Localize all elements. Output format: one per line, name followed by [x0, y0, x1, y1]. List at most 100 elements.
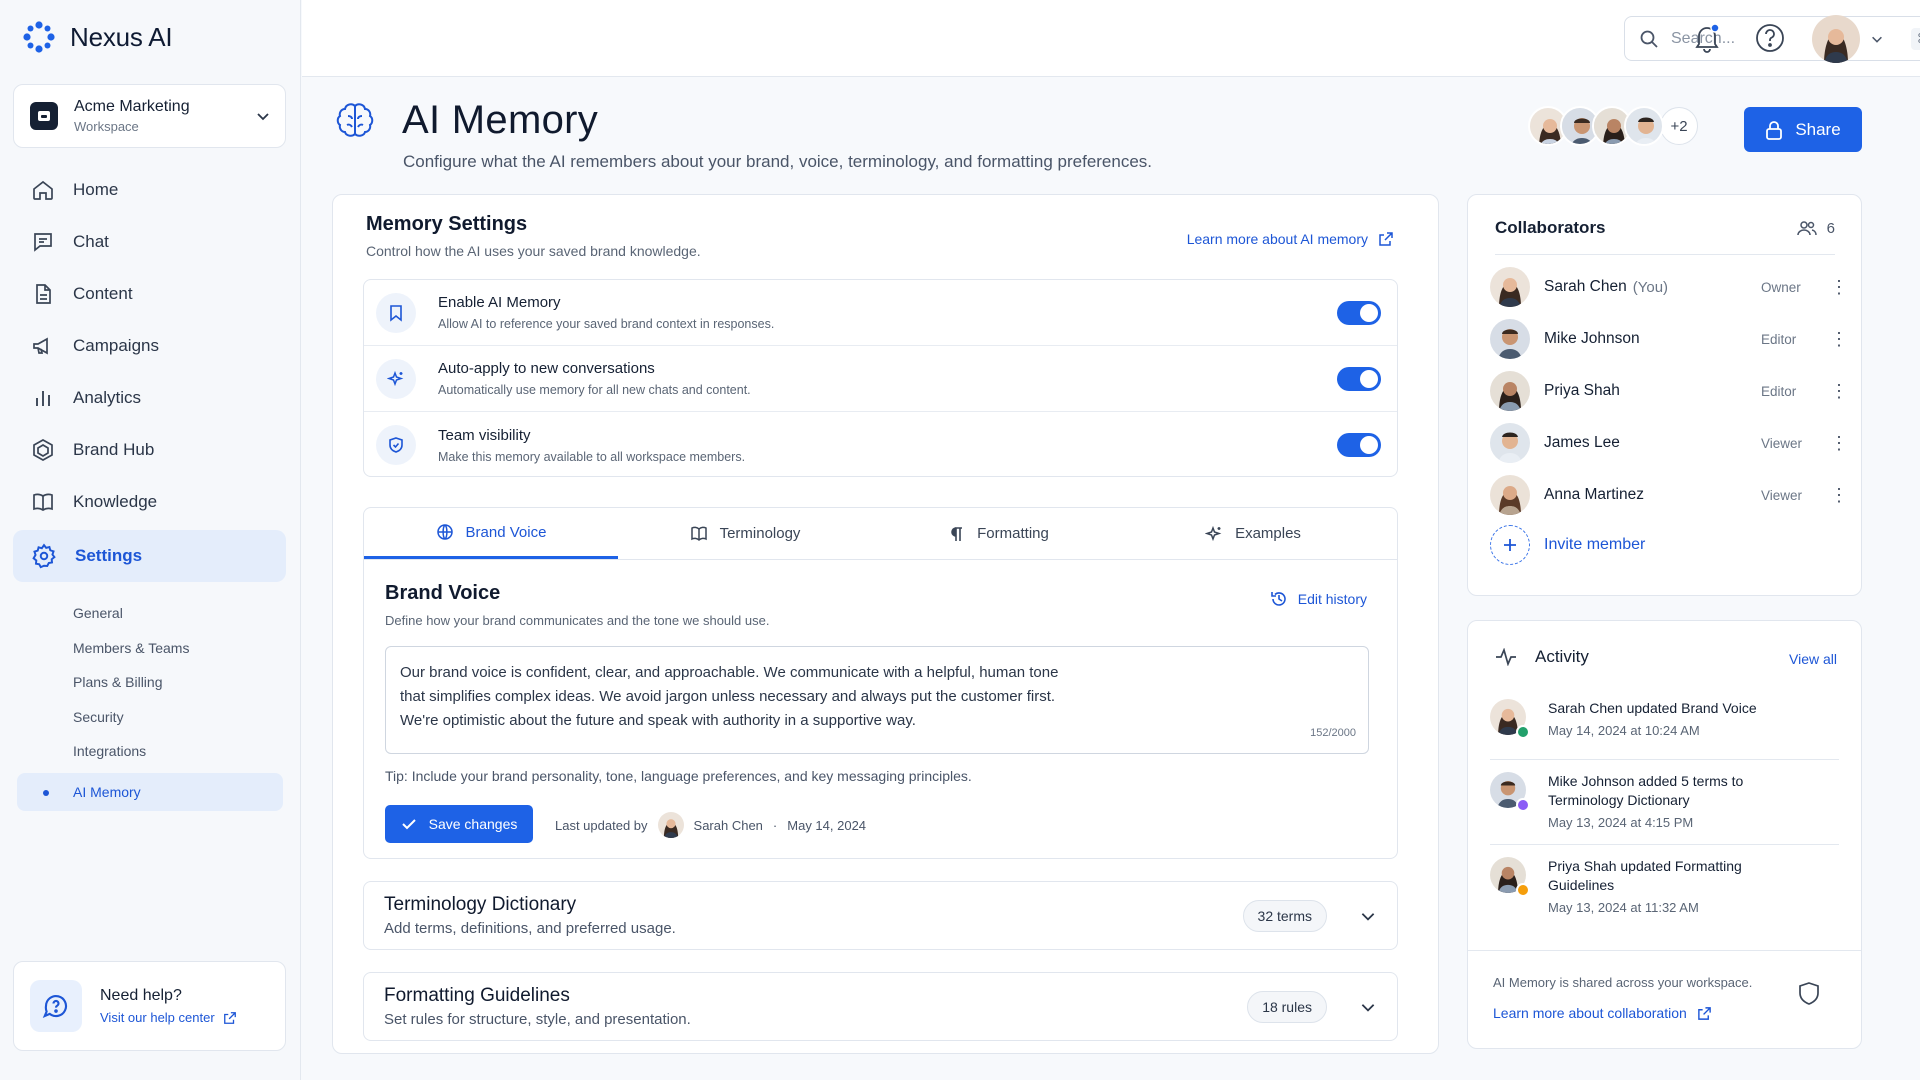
notifications-button[interactable] [1692, 22, 1722, 59]
sub-nav-members-teams[interactable]: Members & Teams [17, 631, 283, 666]
learn-more-memory-link[interactable]: Learn more about AI memory [1187, 231, 1394, 247]
divider [1468, 950, 1861, 951]
status-badge [1516, 883, 1530, 897]
user-menu[interactable] [1812, 15, 1884, 63]
nav-item-settings[interactable]: Settings [13, 530, 286, 582]
kebab-menu-icon[interactable]: ⋮ [1830, 330, 1848, 348]
share-label: Share [1795, 119, 1841, 139]
nav-item-campaigns[interactable]: Campaigns [13, 320, 286, 372]
activity-text: Sarah Chen updated Brand Voice [1548, 700, 1757, 716]
search-icon [1640, 30, 1658, 48]
activity-item: Sarah Chen updated Brand Voice May 14, 2… [1490, 699, 1842, 739]
learn-collaboration-link[interactable]: Learn more about collaboration [1493, 1005, 1712, 1021]
toggle-desc: Automatically use memory for all new cha… [438, 383, 751, 397]
activity-time: May 13, 2024 at 4:15 PM [1548, 815, 1694, 830]
tab-formatting[interactable]: Formatting [872, 508, 1126, 559]
section-subtitle: Set rules for structure, style, and pres… [384, 1011, 691, 1028]
kebab-menu-icon[interactable]: ⋮ [1830, 278, 1848, 296]
home-icon [33, 180, 53, 200]
memory-settings-subtitle: Control how the AI uses your saved brand… [366, 243, 701, 259]
divider [1490, 759, 1839, 760]
chevron-down-icon [1872, 36, 1882, 43]
settings-sub-nav: General Members & Teams Plans & Billing … [17, 596, 283, 811]
count-badge: 32 terms [1242, 899, 1327, 932]
sub-nav-plans-billing[interactable]: Plans & Billing [17, 665, 283, 700]
nav-label: Brand Hub [73, 440, 155, 459]
kebab-menu-icon[interactable]: ⋮ [1830, 382, 1848, 400]
book-icon [690, 526, 707, 541]
tab-brand-voice[interactable]: Brand Voice [364, 508, 618, 559]
main-nav: Home Chat Content Campaigns Analytics Br… [13, 164, 286, 582]
invite-member-button[interactable]: Invite member [1490, 525, 1645, 565]
activity-item: Mike Johnson added 5 terms to Terminolog… [1490, 772, 1842, 830]
kebab-menu-icon[interactable]: ⋮ [1830, 434, 1848, 452]
formatting-guidelines-section[interactable]: Formatting Guidelines Set rules for stru… [363, 972, 1398, 1041]
tab-examples[interactable]: Examples [1126, 508, 1380, 559]
avatar [1624, 106, 1664, 146]
tab-terminology[interactable]: Terminology [618, 508, 872, 559]
edit-history-link[interactable]: Edit history [1270, 590, 1367, 608]
help-card: Need help? Visit our help center [13, 961, 286, 1051]
collaborator-avatars[interactable]: +2 [1528, 106, 1698, 146]
brand-voice-subtitle: Define how your brand communicates and t… [385, 613, 770, 628]
sub-nav-general[interactable]: General [17, 596, 283, 631]
plus-icon [1490, 525, 1530, 565]
save-changes-button[interactable]: Save changes [385, 805, 533, 843]
brand-voice-textarea[interactable]: Our brand voice is confident, clear, and… [385, 646, 1369, 754]
char-count: 152/2000 [1310, 727, 1356, 739]
globe-icon [436, 524, 453, 540]
help-button[interactable] [1754, 22, 1786, 59]
page-title: AI Memory [402, 98, 599, 142]
count-badge: 18 rules [1247, 990, 1327, 1023]
save-label: Save changes [428, 816, 518, 832]
last-updated-date: May 14, 2024 [787, 817, 867, 833]
share-button[interactable]: Share [1744, 107, 1862, 152]
member-role: Viewer [1761, 487, 1803, 503]
team-visibility-toggle[interactable] [1337, 433, 1381, 457]
auto-apply-toggle[interactable] [1337, 366, 1381, 391]
activity-card: Activity View all Sarah Chen updated Bra… [1467, 620, 1862, 1049]
workspace-switcher[interactable]: Acme Marketing Workspace [13, 84, 286, 148]
more-collaborators-badge: +2 [1660, 107, 1698, 145]
avatar [1812, 15, 1860, 63]
divider [1495, 254, 1835, 255]
nav-label: Chat [73, 232, 109, 251]
nav-item-brand-hub[interactable]: Brand Hub [13, 424, 286, 476]
view-all-link[interactable]: View all [1789, 651, 1837, 667]
nexus-logo-icon [23, 21, 55, 53]
sub-nav-integrations[interactable]: Integrations [17, 734, 283, 769]
sub-nav-security[interactable]: Security [17, 700, 283, 735]
avatar [1490, 371, 1530, 411]
member-row: Sarah Chen (You) Owner ⋮ [1490, 265, 1848, 309]
toggle-row-enable-memory: Enable AI Memory Allow AI to reference y… [364, 280, 1397, 346]
member-name: Sarah Chen [1544, 278, 1627, 295]
kebab-menu-icon[interactable]: ⋮ [1830, 486, 1848, 504]
collaborators-card: Collaborators 6 Sarah Chen (You) Owner ⋮… [1467, 194, 1862, 596]
app-logo[interactable]: Nexus AI [22, 20, 173, 54]
nav-item-content[interactable]: Content [13, 268, 286, 320]
avatar [1490, 475, 1530, 515]
top-bar: Search... ⌘ K [302, 0, 1920, 77]
member-name: James Lee [1544, 434, 1620, 451]
sparkle-icon [376, 358, 416, 399]
avatar [1490, 699, 1530, 739]
nav-item-analytics[interactable]: Analytics [13, 372, 286, 424]
enable-memory-toggle[interactable] [1337, 300, 1381, 325]
learn-collaboration-label: Learn more about collaboration [1493, 1005, 1687, 1021]
tab-label: Examples [1235, 525, 1301, 542]
external-link-icon [1697, 1006, 1711, 1020]
nav-item-home[interactable]: Home [13, 164, 286, 216]
avatar [1490, 772, 1530, 812]
chevron-down-icon [1361, 912, 1375, 921]
sparkle-icon [1205, 525, 1222, 541]
memory-tabs: Brand Voice Terminology Formatting Examp… [364, 508, 1397, 560]
sub-nav-ai-memory[interactable]: AI Memory [17, 772, 283, 811]
nav-item-knowledge[interactable]: Knowledge [13, 476, 286, 528]
book-icon [33, 493, 53, 512]
nav-item-chat[interactable]: Chat [13, 216, 286, 268]
toggle-row-team-visibility: Team visibility Make this memory availab… [364, 412, 1397, 478]
nav-label: Knowledge [73, 492, 158, 511]
help-center-link[interactable]: Visit our help center [100, 1010, 237, 1025]
member-role: Editor [1761, 383, 1797, 399]
terminology-dictionary-section[interactable]: Terminology Dictionary Add terms, defini… [363, 881, 1398, 950]
